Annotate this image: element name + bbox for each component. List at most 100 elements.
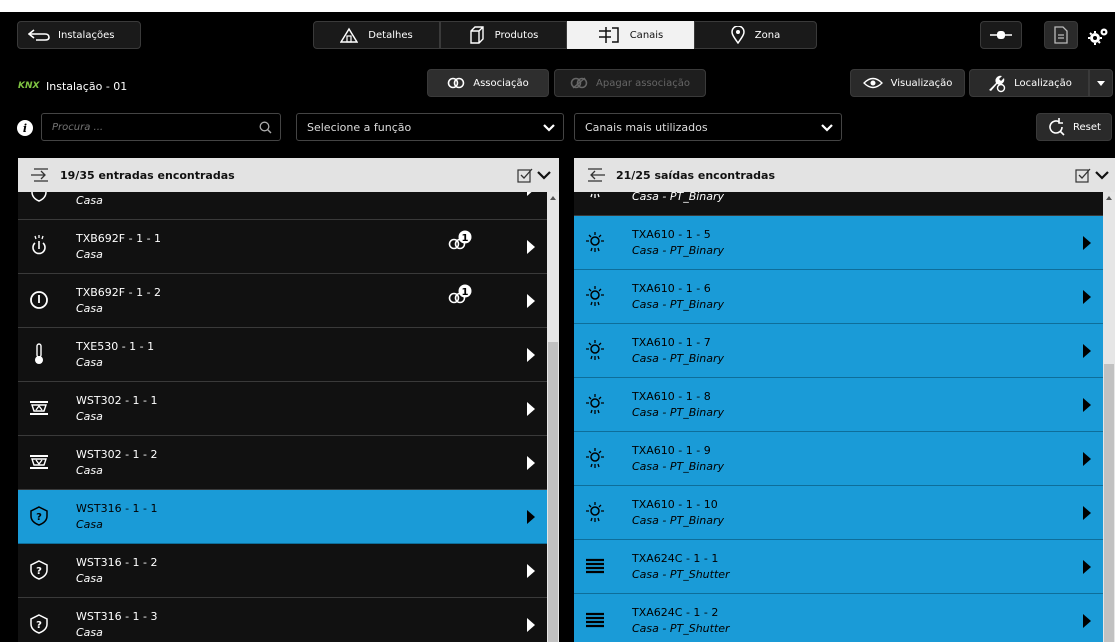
search-field[interactable] [41, 113, 281, 141]
item-name: TXA610 - 1 - 6 [632, 282, 711, 295]
expand-arrow-icon[interactable] [1083, 614, 1091, 628]
scrollbar-thumb[interactable] [1104, 364, 1114, 642]
item-name: TXA610 - 1 - 10 [632, 498, 718, 511]
channels-icon [598, 26, 620, 44]
caret-down-icon [1097, 80, 1105, 86]
power-icon [28, 289, 50, 311]
lamp-icon [584, 393, 606, 415]
expand-arrow-icon[interactable] [1083, 344, 1091, 358]
tab-detalhes[interactable]: Detalhes [313, 21, 440, 49]
settings-gear-icon[interactable] [1086, 26, 1110, 46]
expand-arrow-icon[interactable] [527, 192, 535, 196]
list-item[interactable]: TXE530 - 1 - 1 Casa [18, 328, 547, 382]
channels-select[interactable]: Canais mais utilizados [574, 113, 842, 141]
list-item[interactable]: TXA610 - 1 - 7 Casa - PT_Binary [574, 324, 1103, 378]
back-button[interactable]: Instalações [17, 21, 141, 49]
question-shield-icon: ? [28, 505, 50, 527]
tab-canais[interactable]: Canais [567, 21, 694, 49]
expand-arrow-icon[interactable] [527, 618, 535, 632]
list-item[interactable]: TXA610 - 1 - 6 Casa - PT_Binary [574, 270, 1103, 324]
lamp-icon [584, 231, 606, 253]
connection-toggle-button[interactable] [980, 21, 1022, 49]
list-item[interactable]: ? WST316 - 1 - 1 Casa [18, 490, 547, 544]
scrollbar-thumb[interactable] [548, 342, 558, 642]
item-subtitle: Casa - PT_Binary [632, 460, 725, 473]
expand-arrow-icon[interactable] [527, 564, 535, 578]
link-rings-icon [447, 77, 465, 89]
chevron-down-icon[interactable] [1095, 171, 1109, 180]
expand-arrow-icon[interactable] [1083, 236, 1091, 250]
inputs-scrollbar[interactable] [547, 192, 559, 642]
list-item[interactable]: WST302 - 1 - 1 Casa [18, 382, 547, 436]
expand-arrow-icon[interactable] [527, 294, 535, 308]
item-name: WST302 - 1 - 1 [76, 394, 158, 407]
list-item[interactable]: TXB692F - 1 - 2 Casa 1 [18, 274, 547, 328]
item-subtitle: Casa - PT_Binary [632, 298, 725, 311]
association-badge-icon[interactable]: 1 [448, 230, 474, 250]
item-name: TXA624C - 1 - 2 [632, 606, 719, 619]
expand-arrow-icon[interactable] [1083, 506, 1091, 520]
list-item[interactable]: TXB692F - 1 - 1 Casa 1 [18, 220, 547, 274]
item-subtitle: Casa [76, 464, 103, 477]
expand-arrow-icon[interactable] [1083, 290, 1091, 304]
list-item[interactable]: Casa [18, 192, 547, 220]
association-label: Associação [473, 77, 529, 89]
location-dropdown-button[interactable] [1089, 69, 1113, 97]
association-button[interactable]: Associação [427, 69, 549, 97]
expand-arrow-icon[interactable] [527, 348, 535, 362]
inputs-panel-header: 19/35 entradas encontradas [18, 158, 559, 192]
item-name: TXB692F - 1 - 1 [76, 232, 162, 245]
function-select-value: Selecione a função [307, 120, 412, 134]
tab-produtos[interactable]: Produtos [440, 21, 567, 49]
list-item[interactable]: TXA624C - 1 - 1 Casa - PT_Shutter [574, 540, 1103, 594]
function-select[interactable]: Selecione a função [296, 113, 564, 141]
chevron-down-icon[interactable] [537, 171, 551, 180]
svg-text:?: ? [36, 620, 42, 631]
list-item[interactable]: WST302 - 1 - 2 Casa [18, 436, 547, 490]
back-label: Instalações [58, 29, 115, 41]
item-subtitle: Casa - PT_Binary [632, 352, 725, 365]
document-button[interactable] [1044, 21, 1078, 49]
shutter-down-icon [28, 451, 50, 473]
expand-arrow-icon[interactable] [527, 402, 535, 416]
expand-arrow-icon[interactable] [1083, 452, 1091, 466]
list-item[interactable]: TXA610 - 1 - 8 Casa - PT_Binary [574, 378, 1103, 432]
expand-arrow-icon[interactable] [527, 456, 535, 470]
tab-zona[interactable]: Zona [694, 21, 817, 49]
item-subtitle: Casa - PT_Shutter [632, 568, 730, 581]
list-item[interactable]: ? WST316 - 1 - 3 Casa [18, 598, 547, 642]
list-item[interactable]: Casa - PT_Binary [574, 192, 1103, 216]
list-item[interactable]: TXA610 - 1 - 10 Casa - PT_Binary [574, 486, 1103, 540]
item-subtitle: Casa [76, 194, 103, 207]
box-icon [469, 26, 485, 44]
list-item[interactable]: TXA610 - 1 - 5 Casa - PT_Binary [574, 216, 1103, 270]
visualization-button[interactable]: Visualização [850, 69, 965, 97]
eye-icon [862, 77, 883, 89]
select-all-checkbox-icon[interactable] [1075, 167, 1091, 183]
question-shield-icon: ? [28, 613, 50, 635]
list-item[interactable]: TXA624C - 1 - 2 Casa - PT_Shutter [574, 594, 1103, 642]
association-badge-icon[interactable]: 1 [448, 284, 474, 304]
location-button[interactable]: Localização [969, 69, 1089, 97]
list-item[interactable]: ? WST316 - 1 - 2 Casa [18, 544, 547, 598]
delete-association-button[interactable]: Apagar associação [554, 69, 706, 97]
shield-icon [28, 192, 50, 203]
expand-arrow-icon[interactable] [527, 510, 535, 524]
expand-arrow-icon[interactable] [1083, 398, 1091, 412]
reset-button[interactable]: Reset [1036, 113, 1112, 141]
item-subtitle: Casa - PT_Binary [632, 192, 725, 203]
house-icon [340, 27, 359, 43]
search-icon[interactable] [259, 121, 272, 134]
refresh-icon [1047, 118, 1065, 136]
select-all-checkbox-icon[interactable] [517, 167, 533, 183]
outputs-scrollbar[interactable] [1103, 192, 1115, 642]
expand-arrow-icon[interactable] [1083, 560, 1091, 574]
tab-zona-label: Zona [754, 29, 781, 41]
info-icon[interactable]: i [17, 120, 33, 136]
search-input[interactable] [52, 121, 252, 133]
scroll-up-icon[interactable] [1106, 196, 1112, 200]
expand-arrow-icon[interactable] [527, 240, 535, 254]
scroll-up-icon[interactable] [550, 196, 556, 200]
list-item[interactable]: TXA610 - 1 - 9 Casa - PT_Binary [574, 432, 1103, 486]
chevron-down-icon [821, 124, 833, 132]
